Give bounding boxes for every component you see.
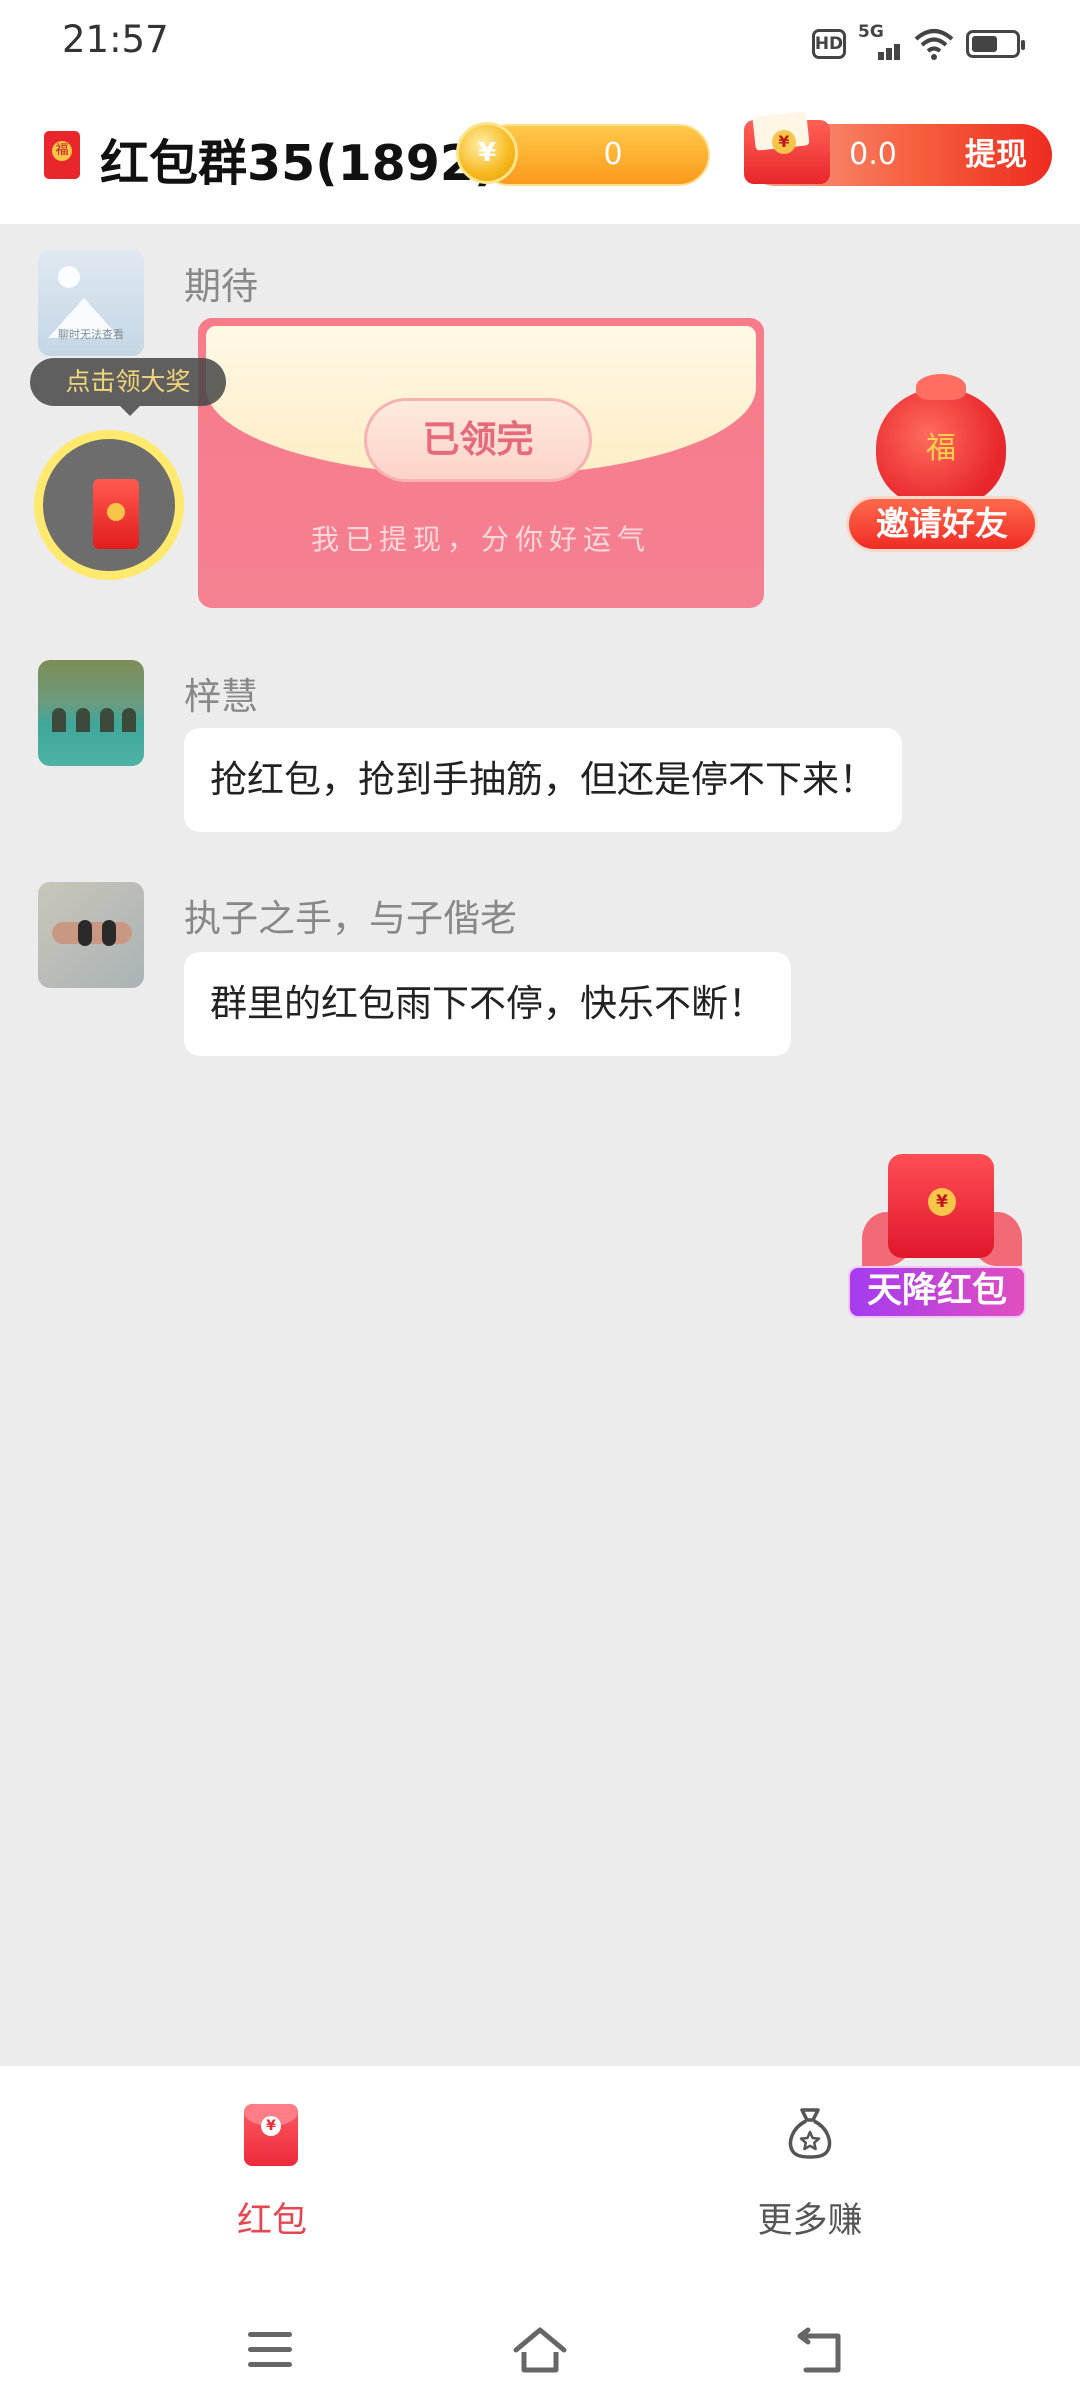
sender-name: 执子之手，与子偕老 xyxy=(184,897,517,940)
message-bubble[interactable]: 群里的红包雨下不停，快乐不断！ xyxy=(184,952,791,1056)
tab-earn-more[interactable]: 更多赚 xyxy=(712,2094,908,2254)
message-bubble[interactable]: 抢红包，抢到手抽筋，但还是停不下来！ xyxy=(184,728,902,832)
battery-icon xyxy=(966,30,1025,58)
avatar[interactable] xyxy=(38,882,144,988)
envelope-status: 已领完 xyxy=(364,398,592,482)
red-packet-rain-label: 天降红包 xyxy=(848,1266,1026,1318)
red-envelope-icon xyxy=(888,1154,994,1258)
withdraw-button[interactable]: 提现 xyxy=(940,124,1052,186)
battery-level xyxy=(972,36,997,52)
status-time: 21:57 xyxy=(62,18,169,61)
red-envelope-icon xyxy=(244,2104,298,2166)
red-envelope-message[interactable]: 已领完 我已提现，分你好运气 xyxy=(198,318,764,608)
red-packet-rain-button[interactable]: 天降红包 xyxy=(842,1152,1042,1322)
invite-friends-label: 邀请好友 xyxy=(846,496,1038,552)
sender-name: 梓慧 xyxy=(184,675,258,718)
sender-name: 期待 xyxy=(184,265,258,308)
system-nav-bar xyxy=(0,2300,1080,2400)
group-title: 红包群35(1892) xyxy=(100,135,497,192)
home-icon[interactable] xyxy=(510,2322,570,2378)
back-icon[interactable] xyxy=(792,2322,852,2378)
hd-icon: HD xyxy=(812,29,846,59)
wifi-icon xyxy=(914,29,954,60)
envelope-note: 我已提现，分你好运气 xyxy=(310,523,651,556)
avatar[interactable]: 聊时无法查看 xyxy=(38,250,144,356)
network-label: 5G xyxy=(858,22,884,42)
money-bag-icon xyxy=(788,2108,832,2159)
cash-balance-value: 0.0 xyxy=(849,137,897,172)
coin-balance-value: 0 xyxy=(603,137,623,172)
avatar-caption: 聊时无法查看 xyxy=(58,328,124,341)
avatar[interactable] xyxy=(38,660,144,766)
prize-tooltip: 点击领大奖 xyxy=(30,358,226,416)
group-red-envelope-icon xyxy=(44,131,80,179)
prize-button[interactable] xyxy=(34,430,184,580)
tab-label: 红包 xyxy=(236,2201,307,2241)
menu-icon[interactable] xyxy=(240,2322,300,2378)
signal-5g-icon: 5G xyxy=(858,22,902,62)
tab-label: 更多赚 xyxy=(757,2201,863,2241)
red-envelope-icon xyxy=(93,479,139,549)
red-envelope-icon xyxy=(744,120,830,184)
invite-friends-button[interactable]: 邀请好友 xyxy=(842,374,1042,560)
tab-red-envelope[interactable]: 红包 xyxy=(174,2094,370,2254)
status-icons: HD 5G xyxy=(812,22,1025,66)
coin-icon: ¥ xyxy=(456,122,518,184)
lucky-bag-icon xyxy=(876,374,1006,508)
